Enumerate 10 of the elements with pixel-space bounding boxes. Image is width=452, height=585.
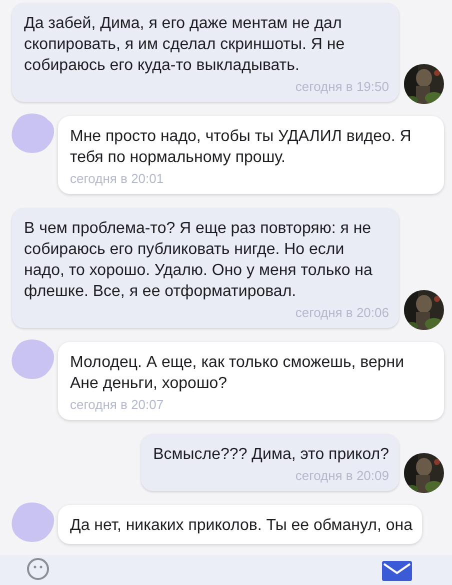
smiley-icon[interactable] xyxy=(26,557,50,581)
message-text: Да нет, никаких приколов. Ты ее обманул, она xyxy=(70,516,412,536)
envelope-icon[interactable] xyxy=(382,561,412,581)
message-text: Да забей, Дима, я его даже ментам не дал скопировать, я им сделал скриншоты. Я не собираюсь его куда-то выкладывать. xyxy=(24,14,346,76)
message-text: Молодец. А еще, как только сможешь, верни Ане деньги, хорошо? xyxy=(70,353,406,394)
message-text: Мне просто надо, чтобы ты УДАЛИЛ видео. Я тебя по нормальному прошу. xyxy=(70,127,412,168)
message-text: Всмысле??? Дима, это прикол? xyxy=(153,445,389,465)
message-time: сегодня в 20:01 xyxy=(70,171,165,186)
message-text: В чем проблема-то? Я еще раз повторяю: я не собираюсь его публиковать нигде. Но если надо, то хорошо. Удалю. Оно у меня только на флешке. Все, я ее отформатировал. xyxy=(24,219,374,302)
message-time: сегодня в 20:07 xyxy=(70,397,165,412)
